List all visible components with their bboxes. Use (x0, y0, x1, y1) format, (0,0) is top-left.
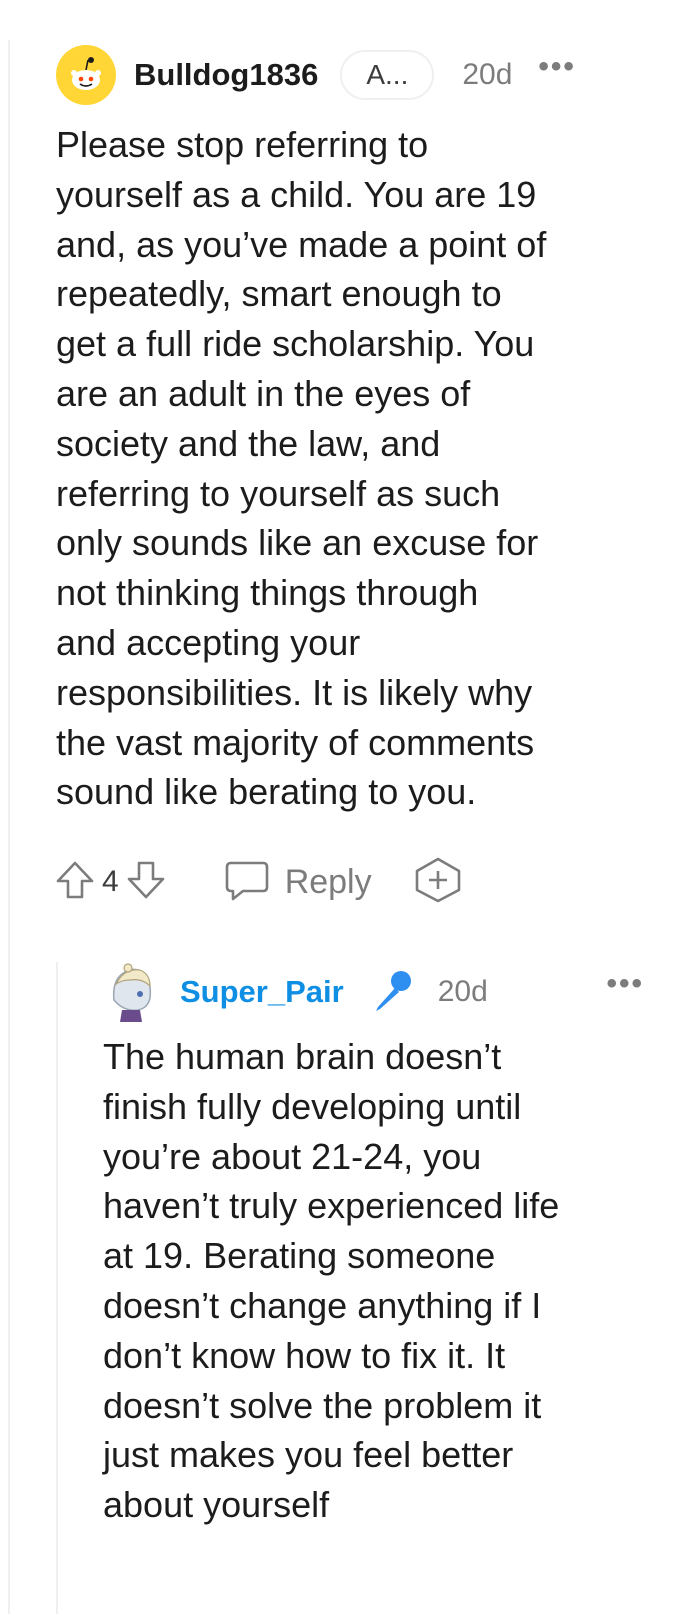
microphone-icon (368, 969, 414, 1015)
upvote-arrow-icon[interactable] (54, 859, 96, 906)
comment-line: not thinking things through (56, 572, 479, 614)
reply-line: just makes you feel better (103, 1434, 514, 1476)
comment-actions: 4 Reply (54, 856, 464, 909)
comment-line: repeatedly, smart enough to (56, 273, 502, 315)
user-flair: A... (340, 50, 435, 100)
comment-author[interactable]: Bulldog1836 (134, 57, 318, 93)
user-avatar-icon[interactable] (104, 960, 158, 1024)
comment-line: and accepting your (56, 621, 361, 663)
reply-line: at 19. Berating someone (103, 1235, 496, 1277)
reply-line: doesn’t solve the problem it (103, 1384, 542, 1426)
snoo-avatar-icon[interactable] (56, 45, 116, 105)
reply-line: doesn’t change anything if I (103, 1284, 542, 1326)
comment-line: sound like berating to you. (56, 771, 477, 813)
award-plus-icon (412, 856, 464, 909)
comment-line: yourself as a child. You are 19 (56, 173, 537, 215)
reply-thread-line[interactable] (56, 962, 58, 1614)
more-options-icon[interactable]: ••• (538, 52, 576, 82)
reply-timestamp: 20d (437, 975, 488, 1008)
comment-line: and, as you’ve made a point of (56, 223, 547, 265)
comment-line: are an adult in the eyes of (56, 372, 471, 414)
comment-body: Please stop referring to yourself as a c… (56, 120, 656, 817)
reply-header: Super_Pair 20d ••• (104, 960, 644, 1024)
comment-line: get a full ride scholarship. You (56, 323, 535, 365)
speech-bubble-icon (223, 859, 271, 906)
reply-label: Reply (284, 862, 372, 901)
comment-line: the vast majority of comments (56, 721, 535, 763)
reply-button[interactable]: Reply (223, 859, 372, 906)
reply-line: about yourself (103, 1484, 330, 1526)
comment-line: society and the law, and (56, 422, 441, 464)
reply-line: haven’t truly experienced life (103, 1185, 560, 1227)
reply-line: The human brain doesn’t (103, 1036, 502, 1077)
top-strip (0, 0, 700, 22)
thread-line[interactable] (8, 40, 10, 1614)
downvote-arrow-icon[interactable] (125, 859, 167, 906)
comment-header: Bulldog1836 A... 20d ••• (56, 40, 676, 110)
comment-line: only sounds like an excuse for (56, 522, 539, 564)
reply-author[interactable]: Super_Pair (180, 974, 344, 1010)
reply-more-options-icon[interactable]: ••• (606, 969, 644, 999)
award-button[interactable] (412, 856, 464, 909)
reply-line: you’re about 21-24, you (103, 1135, 482, 1177)
reply-line: don’t know how to fix it. It (103, 1334, 506, 1376)
comment-line: referring to yourself as such (56, 472, 501, 514)
comment-line: Please stop referring to (56, 124, 429, 165)
vote-count: 4 (102, 865, 119, 898)
reply-body: The human brain doesn’t finish fully dev… (103, 1032, 663, 1530)
comment-timestamp: 20d (462, 58, 513, 91)
comment-line: responsibilities. It is likely why (56, 671, 533, 713)
reply-line: finish fully developing until (103, 1085, 522, 1127)
